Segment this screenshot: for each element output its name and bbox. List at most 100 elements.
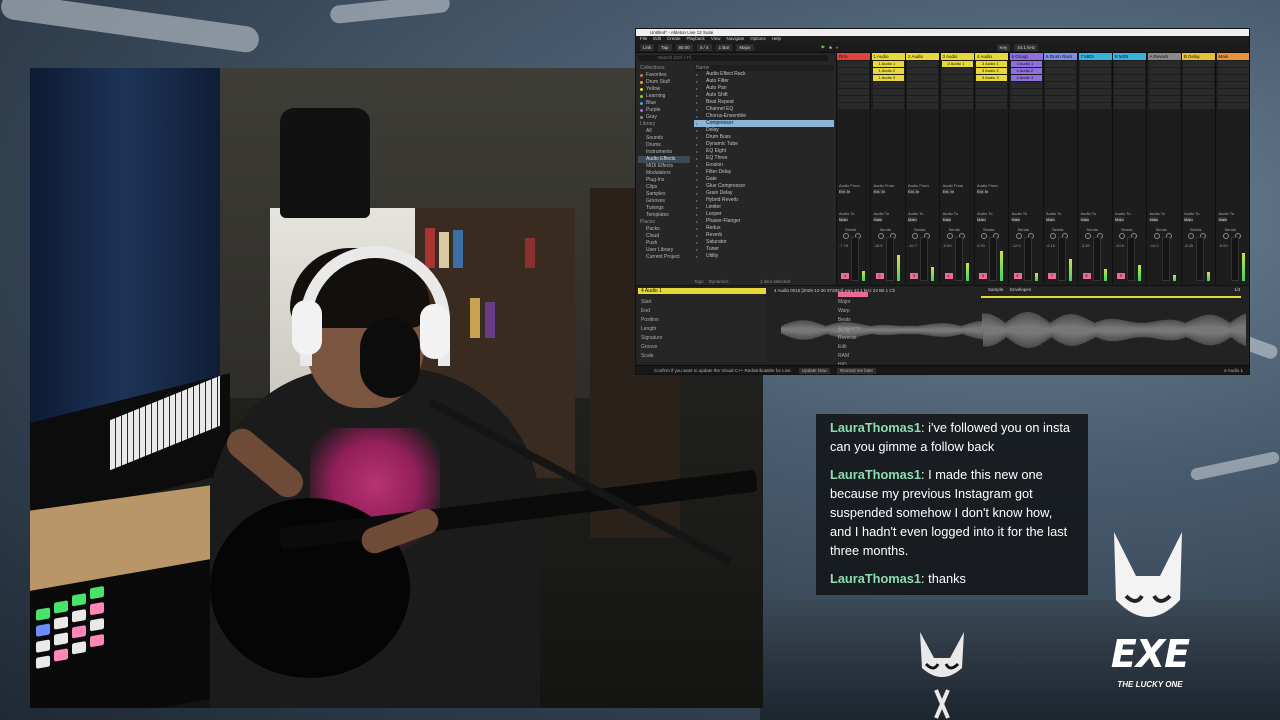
scale-field[interactable]: Major: [736, 43, 754, 51]
link-button[interactable]: Link: [640, 43, 655, 51]
empty-clip-slot[interactable]: [1183, 96, 1214, 102]
clip-slot[interactable]: 4 Audio 3: [1010, 75, 1042, 81]
send-knob[interactable]: [877, 233, 884, 239]
device-list-item[interactable]: Erosion: [694, 162, 834, 169]
device-list-item[interactable]: Tuner: [694, 246, 834, 253]
empty-clip-slot[interactable]: [907, 103, 938, 109]
empty-clip-slot[interactable]: [838, 61, 869, 67]
track-column[interactable]: 1 Audio 1 Audio 11 Audio 21 Audio 3 Audio …: [871, 53, 906, 285]
empty-clip-slot[interactable]: [907, 75, 938, 81]
empty-clip-slot[interactable]: [1114, 82, 1145, 88]
tab-sample[interactable]: Sample: [988, 287, 1003, 292]
places-item[interactable]: Packs: [638, 226, 690, 233]
loop-length-field[interactable]: 1 Bar: [715, 43, 733, 51]
volume-fader[interactable]: [1127, 237, 1135, 281]
library-item[interactable]: Modulators: [638, 170, 690, 177]
empty-clip-slot[interactable]: [1148, 96, 1180, 102]
empty-clip-slot[interactable]: [1045, 96, 1076, 102]
empty-clip-slot[interactable]: [1045, 75, 1076, 81]
empty-clip-slot[interactable]: [907, 82, 938, 88]
track-activator[interactable]: 3: [910, 273, 918, 279]
input-select[interactable]: Ext. In: [908, 189, 920, 194]
track-column[interactable]: Main Audio To Main Sends -6.00: [1216, 53, 1249, 285]
track-header[interactable]: 5 Group: [1009, 53, 1043, 60]
send-knob[interactable]: [1119, 233, 1125, 239]
tag-value[interactable]: Dynamics: [709, 279, 729, 284]
volume-fader[interactable]: [954, 237, 963, 281]
device-list-item[interactable]: Auto Pan: [694, 85, 834, 92]
empty-clip-slot[interactable]: [907, 96, 938, 102]
send-knob[interactable]: [1015, 233, 1022, 239]
tab-envelopes[interactable]: Envelopes: [1010, 287, 1031, 292]
daw-window[interactable]: Untitled* - Ableton Live 12 Suite File Ed…: [635, 28, 1250, 375]
send-knob[interactable]: [946, 233, 953, 239]
session-view[interactable]: Drm Audio From Ext. In Audio To Main Sends -7.…: [837, 53, 1249, 285]
output-select[interactable]: Main: [977, 217, 986, 222]
device-list-item[interactable]: Chorus-Ensemble: [694, 113, 834, 120]
device-list-item[interactable]: Redux: [694, 225, 834, 232]
device-list-item[interactable]: Filter Delay: [694, 169, 834, 176]
clip-slot[interactable]: 3 Audio 1: [976, 61, 1007, 67]
collection-item[interactable]: Gray: [638, 114, 690, 121]
empty-clip-slot[interactable]: [872, 103, 904, 109]
menu-item[interactable]: Create: [667, 36, 681, 42]
empty-clip-slot[interactable]: [907, 89, 938, 95]
volume-fader[interactable]: [1023, 237, 1032, 281]
track-column[interactable]: 5 Group 4 Audio 14 Audio 24 Audio 3 Audio …: [1009, 53, 1044, 285]
empty-clip-slot[interactable]: [838, 96, 869, 102]
places-item[interactable]: User Library: [638, 247, 690, 254]
empty-clip-slot[interactable]: [1183, 89, 1214, 95]
track-header[interactable]: 1 Audio: [871, 53, 905, 60]
send-knob[interactable]: [1153, 233, 1160, 239]
empty-clip-slot[interactable]: [1148, 61, 1180, 67]
track-column[interactable]: Drm Audio From Ext. In Audio To Main Sends -7.…: [837, 53, 871, 285]
library-item[interactable]: Sounds: [638, 135, 690, 142]
empty-clip-slot[interactable]: [941, 96, 973, 102]
empty-clip-slot[interactable]: [1010, 96, 1042, 102]
device-list-item[interactable]: Delay: [694, 127, 834, 134]
empty-clip-slot[interactable]: [1148, 89, 1180, 95]
volume-readout[interactable]: -3.39: [1081, 243, 1090, 248]
library-item[interactable]: MIDI Effects: [638, 163, 690, 170]
empty-clip-slot[interactable]: [1148, 82, 1180, 88]
device-list-item[interactable]: Compressor: [694, 120, 834, 127]
empty-clip-slot[interactable]: [1148, 75, 1180, 81]
track-column[interactable]: 3 Audio 2 Audio 1 Audio From Ext. In Audio T…: [940, 53, 975, 285]
empty-clip-slot[interactable]: [1217, 96, 1249, 102]
send-knob[interactable]: [981, 233, 987, 239]
empty-clip-slot[interactable]: [1183, 82, 1214, 88]
device-list-item[interactable]: Gate: [694, 176, 834, 183]
empty-clip-slot[interactable]: [1148, 68, 1180, 74]
collection-item[interactable]: Yellow: [638, 86, 690, 93]
device-list-item[interactable]: Channel EQ: [694, 106, 834, 113]
collection-item[interactable]: Favorites: [638, 72, 690, 79]
clip-slot[interactable]: 3 Audio 3: [976, 75, 1007, 81]
menu-item[interactable]: View: [711, 36, 721, 42]
browser-search-input[interactable]: Search (Ctrl + F): [638, 55, 828, 61]
empty-clip-slot[interactable]: [1045, 82, 1076, 88]
places-item[interactable]: Push: [638, 240, 690, 247]
device-list-item[interactable]: Grain Delay: [694, 190, 834, 197]
volume-readout[interactable]: -16.5: [874, 243, 883, 248]
collection-item[interactable]: Drum Stuff: [638, 79, 690, 86]
volume-fader[interactable]: [851, 237, 859, 281]
track-column[interactable]: 8 MIDI Audio To Main Sends -10.5 9: [1113, 53, 1147, 285]
track-activator[interactable]: 7: [1048, 273, 1056, 279]
library-item[interactable]: Grooves: [638, 198, 690, 205]
device-list-item[interactable]: EQ Eight: [694, 148, 834, 155]
library-item[interactable]: Clips: [638, 184, 690, 191]
track-header[interactable]: 2 Audio: [906, 53, 939, 60]
empty-clip-slot[interactable]: [1183, 68, 1214, 74]
volume-fader[interactable]: [1161, 237, 1170, 281]
volume-fader[interactable]: [1230, 237, 1239, 281]
empty-clip-slot[interactable]: [1079, 75, 1111, 81]
empty-clip-slot[interactable]: [1183, 75, 1214, 81]
library-item[interactable]: Samples: [638, 191, 690, 198]
track-activator[interactable]: 1: [841, 273, 849, 279]
track-activator[interactable]: 8: [1082, 273, 1091, 279]
volume-fader[interactable]: [989, 237, 997, 281]
input-select[interactable]: Ext. In: [839, 189, 851, 194]
empty-clip-slot[interactable]: [838, 103, 869, 109]
play-icon[interactable]: ▶: [822, 44, 825, 50]
device-list-item[interactable]: EQ Three: [694, 155, 834, 162]
